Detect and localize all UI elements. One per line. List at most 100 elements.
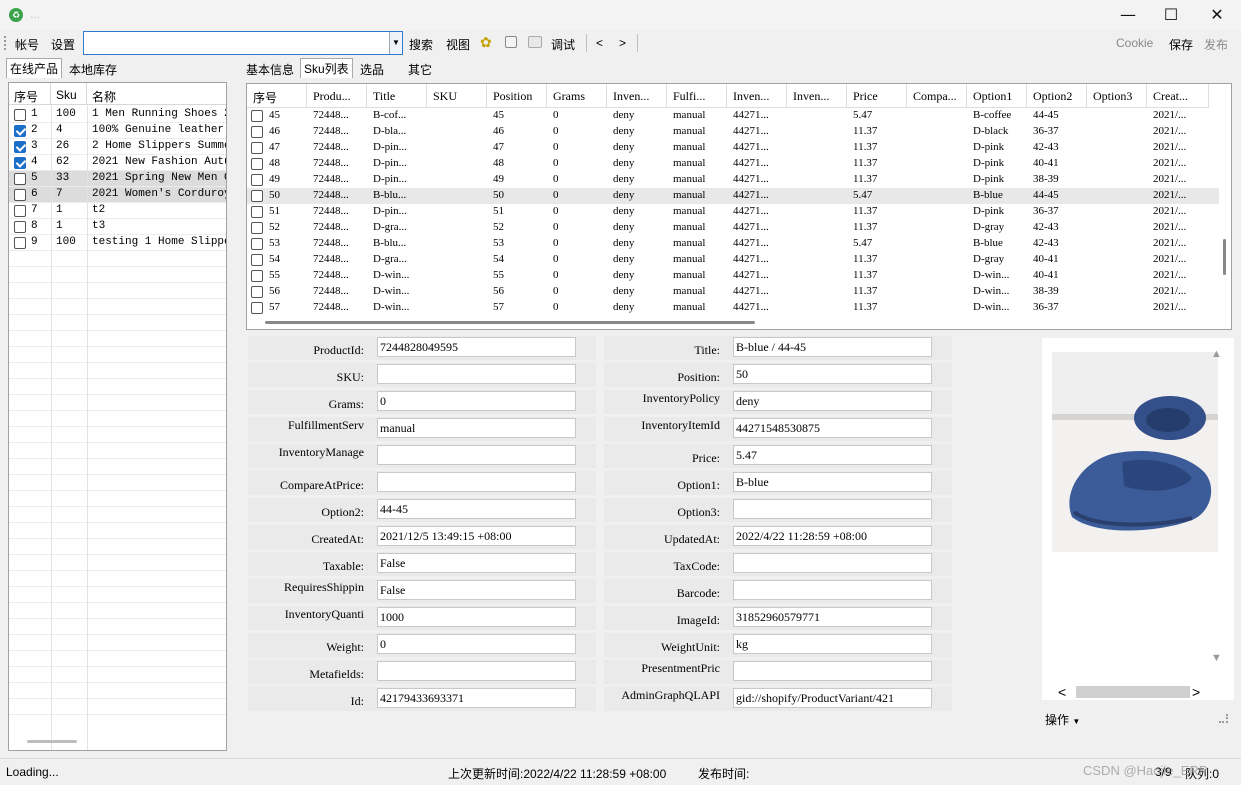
- form-field[interactable]: 5.47: [733, 445, 932, 465]
- resize-grip-icon[interactable]: [1219, 714, 1228, 723]
- scroll-down-icon[interactable]: ▼: [1211, 652, 1222, 664]
- row-checkbox[interactable]: [251, 270, 263, 282]
- horizontal-scrollbar[interactable]: [27, 740, 77, 743]
- cookie-button[interactable]: Cookie: [1116, 36, 1153, 50]
- chevron-down-icon[interactable]: ▼: [389, 32, 402, 54]
- checkbox-icon[interactable]: [528, 36, 542, 48]
- publish-button[interactable]: 发布: [1204, 36, 1228, 53]
- sku-row[interactable]: 54 72448... D-gra... 54 0 deny manual 44271... 1…: [247, 252, 1219, 268]
- vertical-scrollbar[interactable]: [1223, 239, 1226, 275]
- prev-button[interactable]: <: [596, 36, 603, 50]
- form-field[interactable]: [377, 445, 576, 465]
- sku-row[interactable]: 48 72448... D-pin... 48 0 deny manual 44271... 1…: [247, 156, 1219, 172]
- stop-icon[interactable]: [505, 36, 517, 48]
- tab-online-products[interactable]: 在线产品: [6, 58, 63, 78]
- form-field[interactable]: False: [377, 580, 576, 600]
- product-row[interactable]: 8 1 t3: [9, 219, 226, 235]
- tab-other[interactable]: 其它: [405, 60, 435, 79]
- grid-col-header[interactable]: Produ...: [307, 84, 367, 108]
- form-field[interactable]: [733, 499, 932, 519]
- horizontal-scrollbar[interactable]: [265, 321, 755, 324]
- sku-row[interactable]: 47 72448... D-pin... 47 0 deny manual 44271... 1…: [247, 140, 1219, 156]
- grid-col-header[interactable]: Option1: [967, 84, 1027, 108]
- tab-sku-list[interactable]: Sku列表: [300, 58, 353, 78]
- product-row[interactable]: 6 7 2021 Women's Corduroy S: [9, 187, 226, 203]
- search-combobox[interactable]: ▼: [83, 31, 403, 55]
- grid-col-header[interactable]: Grams: [547, 84, 607, 108]
- operations-menu[interactable]: 操作 ▼: [1045, 711, 1080, 728]
- scroll-right-button[interactable]: >: [1192, 684, 1200, 700]
- row-checkbox[interactable]: [14, 237, 26, 249]
- sku-row[interactable]: 51 72448... D-pin... 51 0 deny manual 44271... 1…: [247, 204, 1219, 220]
- image-horizontal-scrollbar[interactable]: [1076, 686, 1190, 698]
- product-row[interactable]: 1 100 1 Men Running Shoes 2022: [9, 107, 226, 123]
- sku-row[interactable]: 49 72448... D-pin... 49 0 deny manual 44271... 1…: [247, 172, 1219, 188]
- sku-row[interactable]: 50 72448... B-blu... 50 0 deny manual 44271... 5…: [247, 188, 1219, 204]
- row-checkbox[interactable]: [251, 222, 263, 234]
- next-button[interactable]: >: [619, 36, 626, 50]
- form-field[interactable]: [733, 661, 932, 681]
- form-field[interactable]: False: [377, 553, 576, 573]
- grid-col-header[interactable]: Price: [847, 84, 907, 108]
- form-field[interactable]: 44-45: [377, 499, 576, 519]
- row-checkbox[interactable]: [251, 142, 263, 154]
- col-header-name[interactable]: 名称: [87, 83, 226, 105]
- grid-col-header[interactable]: Inven...: [787, 84, 847, 108]
- sku-row[interactable]: 52 72448... D-gra... 52 0 deny manual 44271... 1…: [247, 220, 1219, 236]
- search-button[interactable]: 搜索: [409, 36, 433, 53]
- view-button[interactable]: 视图: [446, 36, 470, 53]
- account-button[interactable]: 帐号: [15, 36, 39, 53]
- form-field[interactable]: 2021/12/5 13:49:15 +08:00: [377, 526, 576, 546]
- product-row[interactable]: 2 4 100% Genuine leather W: [9, 123, 226, 139]
- row-checkbox[interactable]: [14, 125, 26, 137]
- close-button[interactable]: ✕: [1194, 0, 1240, 30]
- form-field[interactable]: [377, 661, 576, 681]
- form-field[interactable]: [733, 553, 932, 573]
- form-field[interactable]: B-blue: [733, 472, 932, 492]
- product-row[interactable]: 7 1 t2: [9, 203, 226, 219]
- grid-col-header[interactable]: 序号: [247, 84, 307, 108]
- form-field[interactable]: gid://shopify/ProductVariant/421: [733, 688, 932, 708]
- row-checkbox[interactable]: [14, 157, 26, 169]
- form-field[interactable]: 0: [377, 391, 576, 411]
- row-checkbox[interactable]: [251, 254, 263, 266]
- product-row[interactable]: 3 26 2 Home Slippers Summer: [9, 139, 226, 155]
- row-checkbox[interactable]: [251, 190, 263, 202]
- row-checkbox[interactable]: [251, 286, 263, 298]
- debug-button[interactable]: 调试: [551, 36, 575, 53]
- row-checkbox[interactable]: [251, 126, 263, 138]
- grid-col-header[interactable]: SKU: [427, 84, 487, 108]
- save-button[interactable]: 保存: [1169, 36, 1193, 53]
- tab-basic-info[interactable]: 基本信息: [243, 60, 297, 79]
- sku-row[interactable]: 56 72448... D-win... 56 0 deny manual 44271... 1…: [247, 284, 1219, 300]
- form-field[interactable]: 42179433693371: [377, 688, 576, 708]
- form-field[interactable]: manual: [377, 418, 576, 438]
- form-field[interactable]: [377, 364, 576, 384]
- grid-col-header[interactable]: Compa...: [907, 84, 967, 108]
- row-checkbox[interactable]: [14, 173, 26, 185]
- maximize-button[interactable]: ☐: [1148, 0, 1194, 30]
- sku-row[interactable]: 55 72448... D-win... 55 0 deny manual 44271... 1…: [247, 268, 1219, 284]
- grid-col-header[interactable]: Creat...: [1147, 84, 1209, 108]
- scroll-left-button[interactable]: <: [1058, 684, 1066, 700]
- row-checkbox[interactable]: [14, 205, 26, 217]
- form-field[interactable]: 2022/4/22 11:28:59 +08:00: [733, 526, 932, 546]
- form-field[interactable]: B-blue / 44-45: [733, 337, 932, 357]
- row-checkbox[interactable]: [251, 110, 263, 122]
- grid-col-header[interactable]: Option2: [1027, 84, 1087, 108]
- grid-col-header[interactable]: Option3: [1087, 84, 1147, 108]
- tab-local-inventory[interactable]: 本地库存: [66, 60, 120, 79]
- row-checkbox[interactable]: [251, 206, 263, 218]
- form-field[interactable]: 31852960579771: [733, 607, 932, 627]
- form-field[interactable]: 7244828049595: [377, 337, 576, 357]
- row-checkbox[interactable]: [14, 109, 26, 121]
- row-checkbox[interactable]: [251, 238, 263, 250]
- col-header-no[interactable]: 序号: [9, 83, 51, 105]
- tab-product-pick[interactable]: 选品: [357, 60, 387, 79]
- grid-col-header[interactable]: Title: [367, 84, 427, 108]
- form-field[interactable]: deny: [733, 391, 932, 411]
- form-field[interactable]: 44271548530875: [733, 418, 932, 438]
- settings-button[interactable]: 设置: [51, 36, 75, 53]
- sku-row[interactable]: 46 72448... D-bla... 46 0 deny manual 44271... 1…: [247, 124, 1219, 140]
- scroll-up-icon[interactable]: ▲: [1211, 348, 1222, 360]
